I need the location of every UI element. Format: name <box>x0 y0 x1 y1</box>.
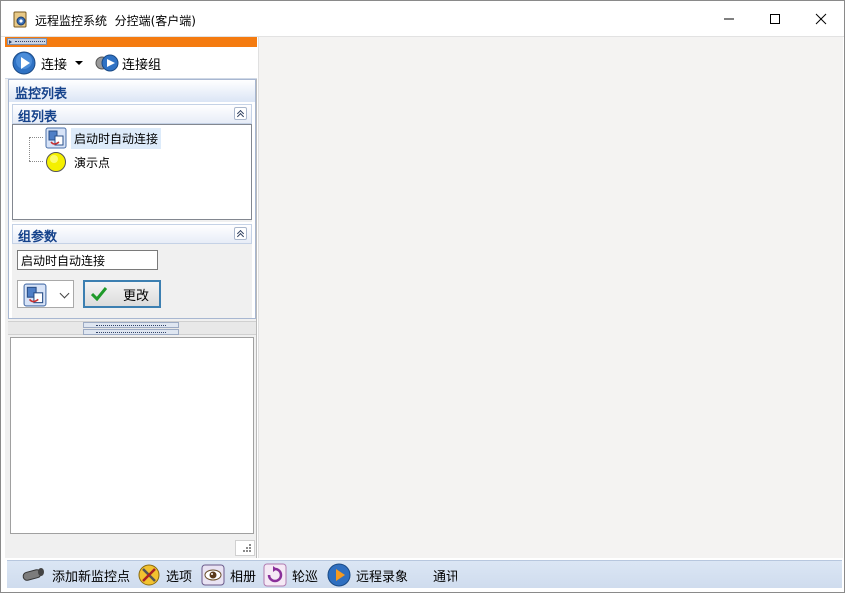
group-list-section: 组列表 启动时自动连接 演示点 <box>12 104 252 222</box>
patrol-button[interactable]: 轮巡 <box>263 561 318 589</box>
connect-dropdown-icon[interactable] <box>75 61 84 65</box>
tree-connector <box>29 161 43 162</box>
resize-grip-icon[interactable] <box>235 540 255 556</box>
change-button[interactable]: 更改 <box>83 280 161 308</box>
group-list-header[interactable]: 组列表 <box>12 104 252 125</box>
splitter-dots <box>96 332 166 333</box>
grip-dots <box>15 41 45 43</box>
group-params-section: 组参数 更改 <box>12 224 252 318</box>
group-icon <box>45 127 67 149</box>
communication-button[interactable]: 通讯 <box>433 561 457 589</box>
eye-icon <box>201 564 225 586</box>
checkmark-icon <box>91 287 107 301</box>
yellow-dot-icon <box>46 152 66 172</box>
collapse-group-list-icon[interactable] <box>234 107 247 120</box>
group-icon-select[interactable] <box>17 280 74 308</box>
minimize-button[interactable] <box>706 1 752 37</box>
window-title: 远程监控系统 分控端(客户端) <box>35 14 196 28</box>
change-label: 更改 <box>123 288 150 304</box>
monitor-list-panel: 监控列表 组列表 启动时自动连接 演示点 组参数 启动时自动连接 更改 <box>8 79 256 319</box>
record-icon <box>327 563 351 587</box>
app-logo-icon <box>12 11 30 29</box>
video-display-area[interactable] <box>258 37 843 558</box>
bottom-toolbar: 添加新监控点 选项 相册 轮巡 远程录象 通讯 <box>1 558 844 592</box>
group-icon <box>23 283 47 307</box>
grip-arrow-icon <box>9 40 12 44</box>
tree-connector <box>29 137 43 138</box>
camera-icon <box>22 568 44 581</box>
splitter-dots <box>96 325 166 326</box>
connect-label: 连接 <box>41 57 68 73</box>
maximize-icon <box>770 14 780 24</box>
app-window: 远程监控系统 分控端(客户端) 连接 连接组 监控列表 组列表 启动时自动连接 … <box>0 0 845 593</box>
tools-icon <box>138 564 160 586</box>
chevron-down-icon <box>59 288 70 299</box>
communication-label: 通讯 <box>433 569 457 585</box>
close-icon <box>815 13 827 25</box>
connect-toolbar: 连接 连接组 <box>5 47 257 79</box>
group-params-title: 组参数 <box>18 230 58 245</box>
album-button[interactable]: 相册 <box>201 561 256 589</box>
connect-group-button[interactable]: 连接组 <box>94 51 161 75</box>
cycle-icon <box>263 563 287 587</box>
detail-list[interactable] <box>10 337 254 534</box>
left-panel: 连接 连接组 监控列表 组列表 启动时自动连接 演示点 组参数 启动时自动连接 … <box>5 37 257 558</box>
options-button[interactable]: 选项 <box>137 561 192 589</box>
splitter-up-button[interactable] <box>83 322 179 328</box>
tree-item-auto-connect[interactable]: 启动时自动连接 <box>45 127 162 149</box>
bottom-toolbar-strip: 添加新监控点 选项 相册 轮巡 远程录象 通讯 <box>7 560 842 588</box>
play-icon <box>12 51 36 75</box>
tree-connector <box>29 137 30 161</box>
splitter-down-button[interactable] <box>83 329 179 335</box>
add-monitor-point-button[interactable]: 添加新监控点 <box>21 561 130 589</box>
maximize-button[interactable] <box>752 1 798 37</box>
tree-item-demo-point[interactable]: 演示点 <box>45 151 113 173</box>
tree-item-label: 启动时自动连接 <box>71 127 162 149</box>
group-list-title: 组列表 <box>18 110 58 125</box>
add-monitor-point-label: 添加新监控点 <box>52 569 131 585</box>
tree-item-label: 演示点 <box>74 155 111 170</box>
collapse-group-params-icon[interactable] <box>234 227 247 240</box>
remote-record-button[interactable]: 远程录象 <box>327 561 408 589</box>
minimize-icon <box>724 18 734 20</box>
group-params-header[interactable]: 组参数 <box>12 224 252 245</box>
album-label: 相册 <box>230 569 257 585</box>
options-label: 选项 <box>166 569 193 585</box>
close-button[interactable] <box>798 1 844 37</box>
title-bar: 远程监控系统 分控端(客户端) <box>1 1 844 37</box>
connect-group-label: 连接组 <box>122 57 162 73</box>
group-tree: 启动时自动连接 演示点 <box>12 124 252 220</box>
connect-group-icon <box>95 54 119 72</box>
connect-button[interactable]: 连接 <box>12 51 84 75</box>
group-name-input[interactable] <box>17 250 158 270</box>
remote-record-label: 远程录象 <box>356 569 409 585</box>
toolbar-grip[interactable] <box>7 38 47 45</box>
monitor-list-title: 监控列表 <box>9 80 255 102</box>
panel-accent-bar <box>5 37 257 47</box>
panel-splitter[interactable] <box>8 321 256 335</box>
patrol-label: 轮巡 <box>292 569 319 585</box>
